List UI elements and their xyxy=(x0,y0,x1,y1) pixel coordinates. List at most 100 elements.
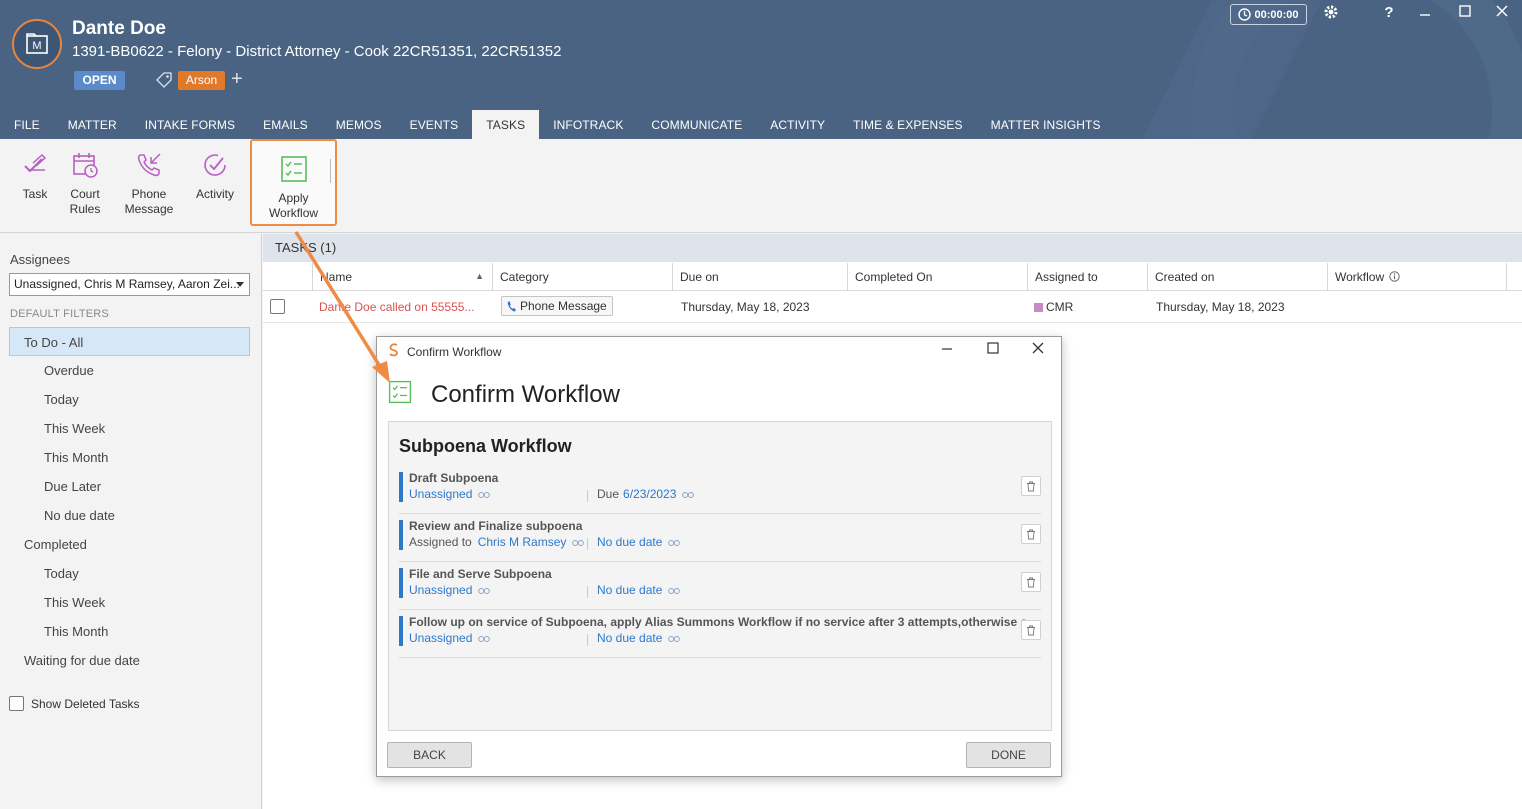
task-workflow xyxy=(1329,292,1507,323)
show-deleted-checkbox[interactable] xyxy=(9,696,24,711)
tab-tasks[interactable]: TASKS xyxy=(472,110,540,139)
delete-step-button[interactable] xyxy=(1021,620,1041,640)
tab-matter[interactable]: MATTER xyxy=(54,110,131,139)
timer-button[interactable]: 00:00:00 xyxy=(1230,4,1307,25)
filter-due-later[interactable]: Due Later xyxy=(44,472,101,501)
delete-step-button[interactable] xyxy=(1021,476,1041,496)
filter-this-week[interactable]: This Week xyxy=(44,414,105,443)
column-due-on[interactable]: Due on xyxy=(672,263,847,291)
task-assigned-to: CMR xyxy=(1027,292,1147,323)
minimize-icon[interactable] xyxy=(1415,4,1435,21)
filter-completed-today[interactable]: Today xyxy=(44,559,79,588)
step-due[interactable]: No due date xyxy=(597,583,680,597)
link-icon[interactable] xyxy=(667,539,680,547)
settings-gear-icon[interactable] xyxy=(1321,4,1341,24)
delete-step-button[interactable] xyxy=(1021,524,1041,544)
filter-today[interactable]: Today xyxy=(44,385,79,414)
new-task-button[interactable]: Task xyxy=(14,147,56,202)
tab-intake-forms[interactable]: INTAKE FORMS xyxy=(131,110,249,139)
step-due-value[interactable]: No due date xyxy=(597,535,662,549)
trash-icon xyxy=(1027,577,1035,587)
task-category: Phone Message xyxy=(494,292,670,323)
link-icon[interactable] xyxy=(477,587,490,595)
close-icon[interactable] xyxy=(1492,4,1512,21)
filter-no-due-date[interactable]: No due date xyxy=(44,501,115,530)
step-assignee-value[interactable]: Unassigned xyxy=(409,583,472,597)
filter-completed[interactable]: Completed xyxy=(24,530,87,559)
matter-description: 1391-BB0622 - Felony - District Attorney… xyxy=(72,43,562,60)
step-due-value[interactable]: No due date xyxy=(597,583,662,597)
link-icon[interactable] xyxy=(667,587,680,595)
tag-icon[interactable] xyxy=(155,71,173,89)
add-tag-button[interactable]: + xyxy=(231,69,243,89)
court-label-line1: Court xyxy=(70,187,100,201)
ribbon-separator xyxy=(330,159,331,183)
step-due[interactable]: Due 6/23/2023 xyxy=(597,487,694,501)
apply-workflow-button[interactable]: Apply Workflow xyxy=(250,139,337,226)
tab-communicate[interactable]: COMMUNICATE xyxy=(637,110,756,139)
tab-emails[interactable]: EMAILS xyxy=(249,110,322,139)
tab-infotrack[interactable]: INFOTRACK xyxy=(539,110,637,139)
phone-icon xyxy=(507,301,516,311)
task-due-on: Thursday, May 18, 2023 xyxy=(681,300,810,314)
delete-step-button[interactable] xyxy=(1021,572,1041,592)
column-completed-on[interactable]: Completed On xyxy=(847,263,1027,291)
task-completed-on xyxy=(849,292,1027,323)
phone-message-button[interactable]: Phone Message xyxy=(123,147,175,217)
link-icon[interactable] xyxy=(681,491,694,499)
link-icon[interactable] xyxy=(477,491,490,499)
filter-overdue[interactable]: Overdue xyxy=(44,356,94,385)
step-assignee[interactable]: Unassigned xyxy=(409,487,490,501)
link-icon[interactable] xyxy=(477,635,490,643)
tab-matter-insights[interactable]: MATTER INSIGHTS xyxy=(977,110,1115,139)
tag-arson[interactable]: Arson xyxy=(178,71,225,90)
step-assignee[interactable]: Unassigned xyxy=(409,631,490,645)
step-assignee-value[interactable]: Chris M Ramsey xyxy=(478,535,567,549)
column-category[interactable]: Category xyxy=(492,263,672,291)
tab-time-expenses[interactable]: TIME & EXPENSES xyxy=(839,110,977,139)
help-icon[interactable]: ? xyxy=(1379,4,1399,21)
dialog-heading: Confirm Workflow xyxy=(431,381,620,408)
step-due[interactable]: No due date xyxy=(597,535,680,549)
column-assigned-to[interactable]: Assigned to xyxy=(1027,263,1147,291)
maximize-icon[interactable] xyxy=(1455,4,1475,21)
show-deleted-tasks[interactable]: Show Deleted Tasks xyxy=(9,696,140,711)
step-due-value[interactable]: No due date xyxy=(597,631,662,645)
column-created-on[interactable]: Created on xyxy=(1147,263,1327,291)
dialog-maximize-icon[interactable] xyxy=(983,341,1003,358)
row-checkbox[interactable] xyxy=(270,299,285,330)
filter-this-month[interactable]: This Month xyxy=(44,443,108,472)
tab-file[interactable]: FILE xyxy=(0,110,54,139)
activity-button[interactable]: Activity xyxy=(193,147,237,202)
tab-memos[interactable]: MEMOS xyxy=(322,110,396,139)
tab-events[interactable]: EVENTS xyxy=(396,110,473,139)
filter-completed-this-week[interactable]: This Week xyxy=(44,588,105,617)
column-name[interactable]: Name ▲ xyxy=(312,263,492,291)
column-workflow[interactable]: Workflow xyxy=(1327,263,1507,291)
tab-activity[interactable]: ACTIVITY xyxy=(756,110,839,139)
task-name[interactable]: Dante Doe called on 55555... xyxy=(312,292,492,323)
table-row[interactable]: Dante Doe called on 55555... Phone Messa… xyxy=(263,292,1522,323)
step-due[interactable]: No due date xyxy=(597,631,680,645)
court-rules-button[interactable]: Court Rules xyxy=(63,147,107,217)
filter-completed-this-month[interactable]: This Month xyxy=(44,617,108,646)
filter-todo-all[interactable]: To Do - All xyxy=(9,327,250,356)
status-badge[interactable]: OPEN xyxy=(74,71,125,90)
done-button[interactable]: DONE xyxy=(966,742,1051,768)
step-assignee[interactable]: Assigned to Chris M Ramsey xyxy=(409,535,584,549)
assignees-dropdown[interactable]: Unassigned, Chris M Ramsey, Aaron Zei... xyxy=(9,273,250,296)
filter-waiting-for-due-date[interactable]: Waiting for due date xyxy=(24,646,140,675)
step-due-value[interactable]: 6/23/2023 xyxy=(623,487,676,501)
step-assignee-value[interactable]: Unassigned xyxy=(409,631,472,645)
workflow-step: Draft Subpoena Unassigned Due 6/23/2023 xyxy=(399,466,1041,514)
dialog-close-icon[interactable] xyxy=(1028,341,1048,358)
back-button[interactable]: BACK xyxy=(387,742,472,768)
link-icon[interactable] xyxy=(571,539,584,547)
step-assignee[interactable]: Unassigned xyxy=(409,583,490,597)
link-icon[interactable] xyxy=(667,635,680,643)
column-workflow-label: Workflow xyxy=(1335,270,1385,284)
tasks-ribbon: Task Court Rules Phone Message Activity … xyxy=(0,139,1522,233)
dialog-minimize-icon[interactable] xyxy=(937,341,957,358)
info-icon[interactable] xyxy=(1389,271,1401,282)
step-assignee-value[interactable]: Unassigned xyxy=(409,487,472,501)
